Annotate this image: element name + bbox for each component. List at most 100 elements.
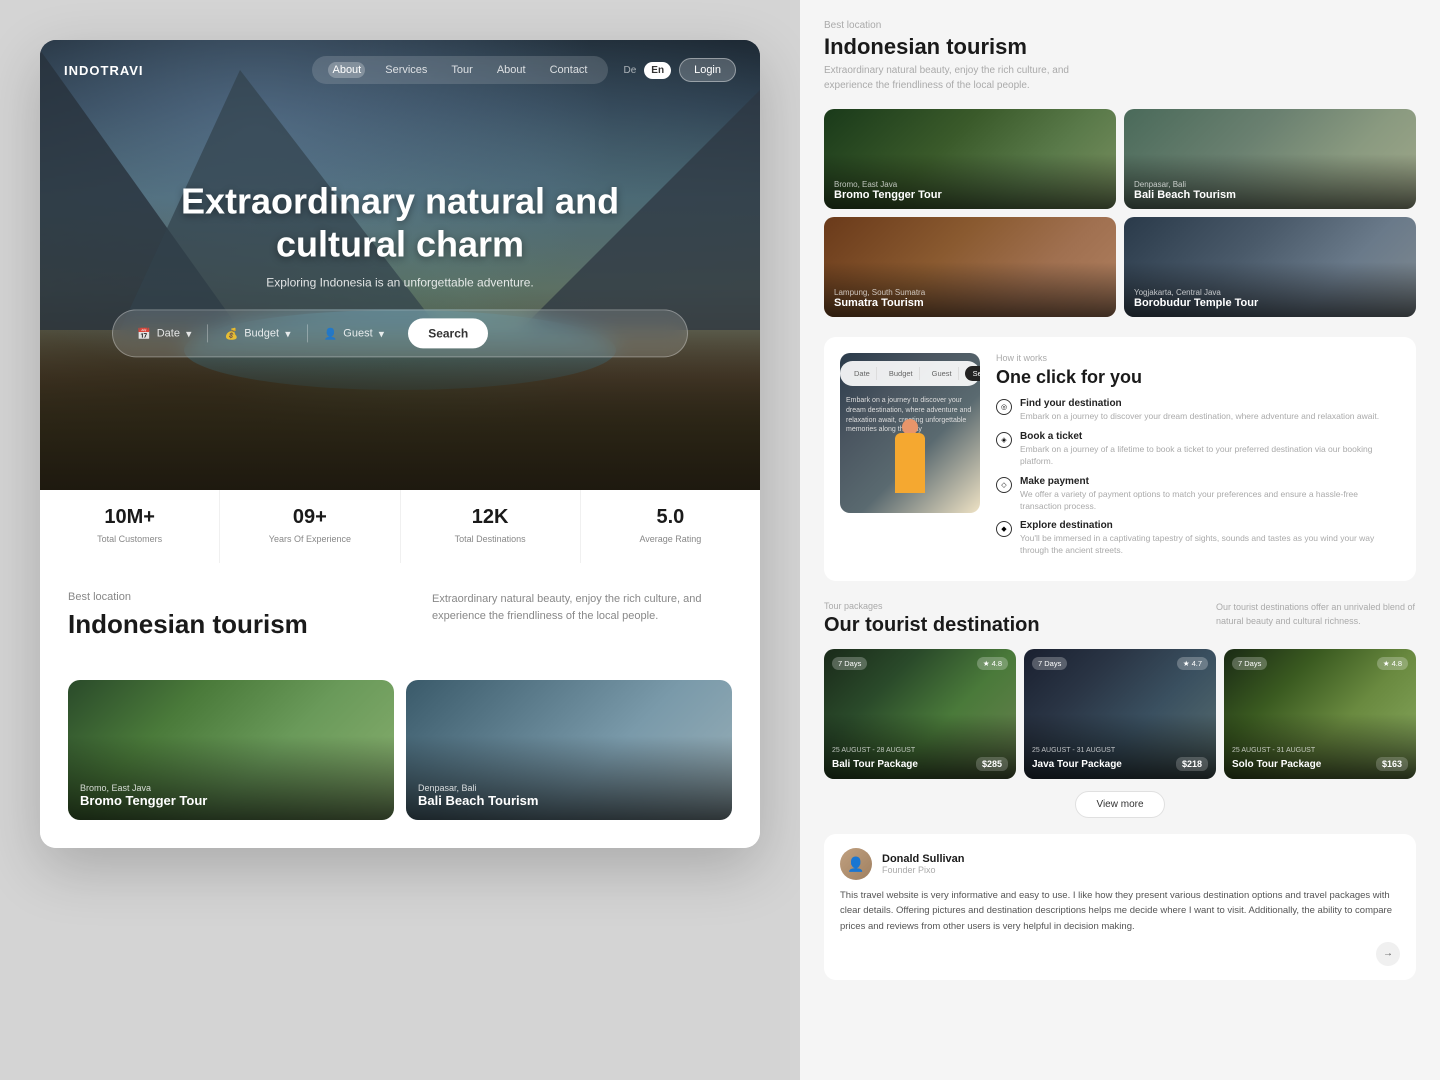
bali-name: Bali Tour Package	[832, 759, 918, 770]
divider-2	[307, 325, 308, 343]
search-bar: 📅 Date ▾ 💰 Budget ▾ 👤 Guest ▾	[112, 310, 688, 358]
stat-label-rating: Average Rating	[639, 534, 701, 544]
divider-1	[207, 325, 208, 343]
section-title: Indonesian tourism	[68, 609, 308, 640]
lang-de[interactable]: De	[624, 65, 637, 76]
budget-chevron: ▾	[285, 327, 291, 340]
guest-field[interactable]: 👤 Guest ▾	[316, 323, 393, 344]
tour-card-top-java: 7 Days ★ 4.7	[1032, 657, 1208, 670]
view-more-button[interactable]: View more	[1075, 791, 1164, 818]
right-section-title: Indonesian tourism	[824, 34, 1416, 60]
right-card-info-bromo: Bromo, East Java Bromo Tengger Tour	[834, 180, 942, 201]
section-tag: Best location	[68, 591, 308, 603]
location-card-bromo[interactable]: Bromo, East Java Bromo Tengger Tour	[68, 680, 394, 820]
how-step-1-desc: Embark on a journey to discover your dre…	[1020, 411, 1379, 423]
bali-days: 7 Days	[832, 657, 867, 670]
date-field[interactable]: 📅 Date ▾	[129, 323, 199, 344]
tour-card-bottom-solo: 25 AUGUST - 31 AUGUST Solo Tour Package …	[1232, 747, 1408, 771]
budget-field[interactable]: 💰 Budget ▾	[216, 323, 298, 344]
review-section: 👤 Donald Sullivan Founder Pixo This trav…	[824, 834, 1416, 980]
best-location-section: Best location Indonesian tourism Extraor…	[40, 563, 760, 680]
how-step-4-content: Explore destination You'll be immersed i…	[1020, 520, 1400, 557]
java-rating: ★ 4.7	[1177, 657, 1208, 670]
card-name-bali: Bali Beach Tourism	[418, 793, 538, 808]
navbar: INDOTRAVI About Services Tour About Cont…	[40, 40, 760, 100]
how-step-1: ◎ Find your destination Embark on a jour…	[996, 398, 1400, 423]
right-best-location: Best location Indonesian tourism Extraor…	[824, 20, 1416, 93]
java-date: 25 AUGUST - 31 AUGUST	[1032, 747, 1208, 754]
date-chevron: ▾	[186, 327, 192, 340]
tour-card-top-solo: 7 Days ★ 4.8	[1232, 657, 1408, 670]
nav-link-contact[interactable]: Contact	[546, 62, 592, 78]
date-label: Date	[157, 328, 180, 340]
right-location-grid: Bromo, East Java Bromo Tengger Tour Denp…	[824, 109, 1416, 317]
solo-rating: ★ 4.8	[1377, 657, 1408, 670]
stat-number-rating: 5.0	[593, 506, 748, 529]
budget-icon: 💰	[224, 327, 238, 340]
tour-card-bottom-java: 25 AUGUST - 31 AUGUST Java Tour Package …	[1032, 747, 1208, 771]
review-next-button[interactable]: →	[1376, 942, 1400, 966]
stat-label-customers: Total Customers	[97, 534, 162, 544]
right-card-jogja[interactable]: Yogjakarta, Central Java Borobudur Templ…	[1124, 217, 1416, 317]
right-card-info-jogja: Yogjakarta, Central Java Borobudur Templ…	[1134, 288, 1258, 309]
lang-en[interactable]: En	[644, 62, 671, 79]
reviewer-avatar: 👤	[840, 848, 872, 880]
nav-link-tour[interactable]: Tour	[447, 62, 476, 78]
how-step-4: ◆ Explore destination You'll be immersed…	[996, 520, 1400, 557]
stat-number-customers: 10M+	[52, 506, 207, 529]
solo-name: Solo Tour Package	[1232, 759, 1321, 770]
bali-price: $285	[976, 757, 1008, 771]
right-panel: Best location Indonesian tourism Extraor…	[800, 0, 1440, 1080]
right-card-bali[interactable]: Denpasar, Bali Bali Beach Tourism	[1124, 109, 1416, 209]
login-button[interactable]: Login	[679, 58, 736, 82]
right-card-lampung[interactable]: Lampung, South Sumatra Sumatra Tourism	[824, 217, 1116, 317]
review-text: This travel website is very informative …	[840, 888, 1400, 934]
right-section-desc: Extraordinary natural beauty, enjoy the …	[824, 63, 1104, 93]
person-body	[895, 433, 925, 493]
location-cards: Bromo, East Java Bromo Tengger Tour Denp…	[40, 680, 760, 848]
payment-icon: ◇	[996, 477, 1012, 493]
tour-card-bali[interactable]: 7 Days ★ 4.8 25 AUGUST - 28 AUGUST Bali …	[824, 649, 1016, 779]
nav-link-about[interactable]: About	[328, 62, 365, 78]
calendar-icon: 📅	[137, 327, 151, 340]
tour-cards: 7 Days ★ 4.8 25 AUGUST - 28 AUGUST Bali …	[824, 649, 1416, 779]
bali-date: 25 AUGUST - 28 AUGUST	[832, 747, 1008, 754]
solo-price: $163	[1376, 757, 1408, 771]
stat-label-experience: Years Of Experience	[269, 534, 351, 544]
nav-link-about2[interactable]: About	[493, 62, 530, 78]
bali-footer: Bali Tour Package $285	[832, 757, 1008, 771]
tour-card-bottom-bali: 25 AUGUST - 28 AUGUST Bali Tour Package …	[832, 747, 1008, 771]
how-tag: How it works	[996, 353, 1400, 363]
how-bar-search[interactable]: Search	[965, 366, 980, 381]
how-step-2-title: Book a ticket	[1020, 431, 1400, 442]
tour-card-top-bali: 7 Days ★ 4.8	[832, 657, 1008, 670]
nav-links: About Services Tour About Contact	[312, 56, 607, 84]
review-arrow: →	[840, 942, 1400, 966]
stat-number-destinations: 12K	[413, 506, 568, 529]
reviewer-role: Founder Pixo	[882, 865, 965, 875]
hero-subtitle: Exploring Indonesia is an unforgettable …	[112, 276, 688, 290]
how-bar-date: Date	[848, 367, 877, 380]
right-card-location-jogja: Yogjakarta, Central Java	[1134, 288, 1258, 297]
how-bar-budget: Budget	[883, 367, 920, 380]
search-button[interactable]: Search	[408, 319, 488, 349]
right-card-name-jogja: Borobudur Temple Tour	[1134, 297, 1258, 309]
stat-rating: 5.0 Average Rating	[581, 490, 760, 563]
how-bottom-bar: Date Budget Guest Search	[840, 361, 980, 386]
nav-link-services[interactable]: Services	[381, 62, 431, 78]
how-step-2: ◈ Book a ticket Embark on a journey of a…	[996, 431, 1400, 468]
right-card-location-lampung: Lampung, South Sumatra	[834, 288, 925, 297]
tour-card-java[interactable]: 7 Days ★ 4.7 25 AUGUST - 31 AUGUST Java …	[1024, 649, 1216, 779]
how-step-3-title: Make payment	[1020, 476, 1400, 487]
tour-card-solo[interactable]: 7 Days ★ 4.8 25 AUGUST - 31 AUGUST Solo …	[1224, 649, 1416, 779]
reviewer-info: Donald Sullivan Founder Pixo	[882, 853, 965, 875]
nav-logo: INDOTRAVI	[64, 63, 144, 78]
how-it-works-section: Date Budget Guest Search Embark on a jou…	[824, 337, 1416, 581]
location-card-bali[interactable]: Denpasar, Bali Bali Beach Tourism	[406, 680, 732, 820]
find-icon: ◎	[996, 399, 1012, 415]
right-card-info-lampung: Lampung, South Sumatra Sumatra Tourism	[834, 288, 925, 309]
how-step-3-desc: We offer a variety of payment options to…	[1020, 489, 1400, 513]
nav-right: De En Login	[624, 58, 737, 82]
right-card-bromo[interactable]: Bromo, East Java Bromo Tengger Tour	[824, 109, 1116, 209]
right-card-info-bali: Denpasar, Bali Bali Beach Tourism	[1134, 180, 1236, 201]
